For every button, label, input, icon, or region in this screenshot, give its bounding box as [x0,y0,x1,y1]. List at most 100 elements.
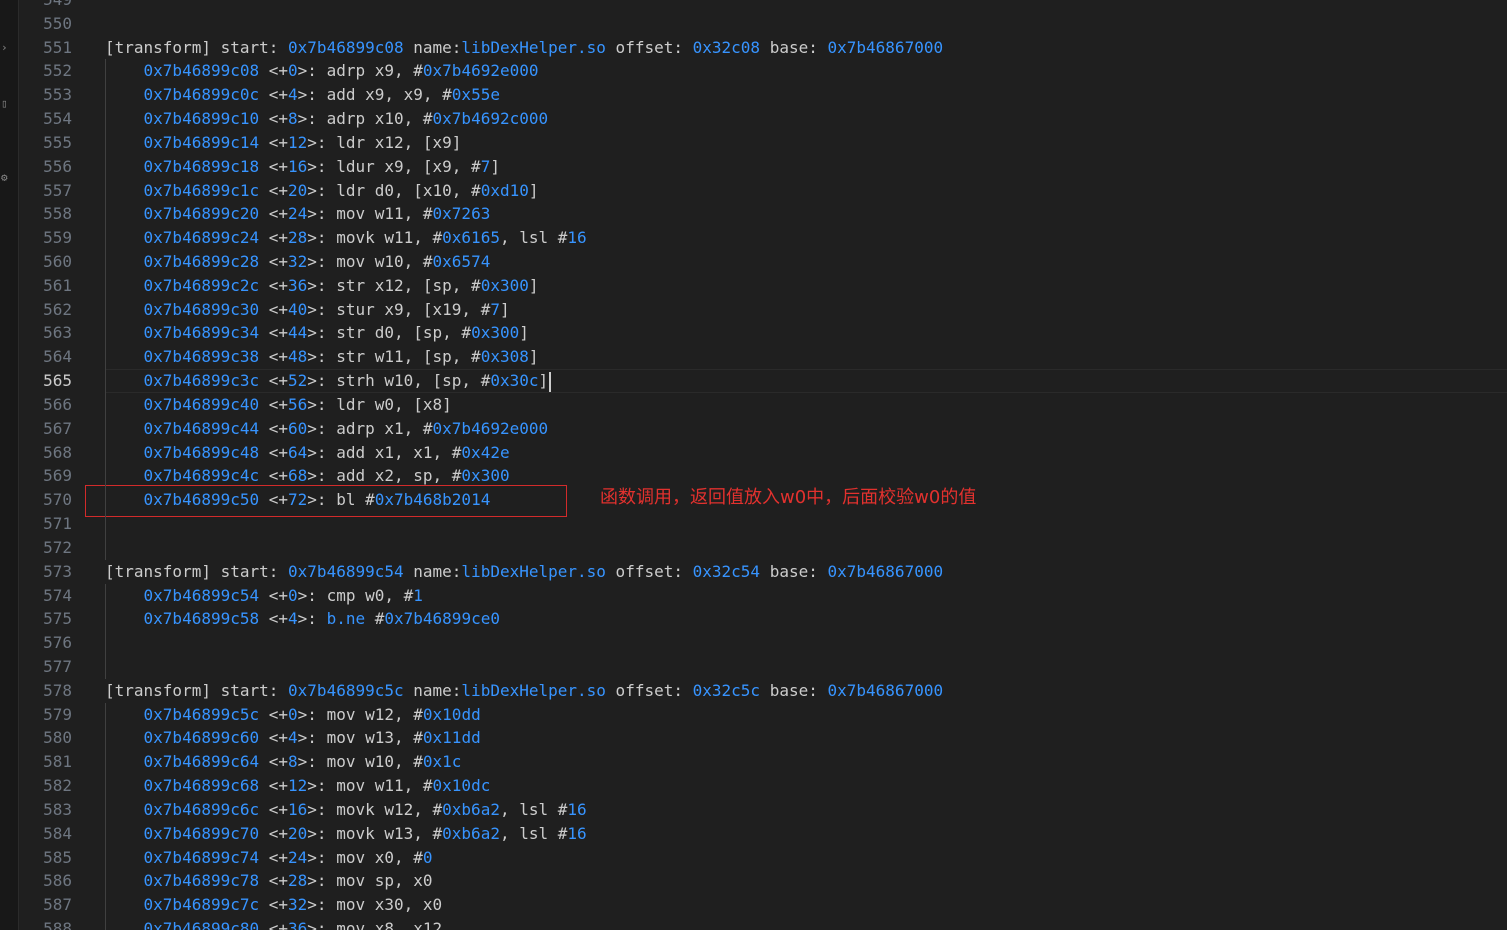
code-line[interactable]: 0x7b46899c34 <+44>: str d0, [sp, #0x300] [105,321,1507,345]
code-line[interactable]: 0x7b46899c2c <+36>: str x12, [sp, #0x300… [105,274,1507,298]
code-token: >: add x9, x9, # [297,85,452,105]
line-number: 555 [43,132,72,152]
code-line[interactable]: 0x7b46899c40 <+56>: ldr w0, [x8] [105,393,1507,417]
line-number: 560 [43,252,72,272]
hex-token: 0x7b46899c7c [143,895,260,915]
code-line[interactable]: 0x7b46899c44 <+60>: adrp x1, #0x7b4692e0… [105,417,1507,441]
code-line[interactable]: 0x7b46899c20 <+24>: mov w11, #0x7263 [105,202,1507,226]
code-line[interactable] [105,631,1507,655]
hex-token: 0 [288,704,298,724]
code-token: <+ [259,109,289,129]
code-token: <+ [259,418,289,438]
code-line[interactable]: 0x7b46899c60 <+4>: mov w13, #0x11dd [105,726,1507,750]
hex-token: 44 [288,323,308,343]
hex-token: 0x1c [422,752,462,772]
text-cursor [549,371,552,392]
line-number: 563 [43,323,72,343]
line-number: 562 [43,299,72,319]
hex-token: 28 [288,228,308,248]
hex-token: b.ne [326,609,366,629]
indent-guide [105,702,106,930]
code-line[interactable]: 0x7b46899c64 <+8>: mov w10, #0x1c [105,750,1507,774]
line-number: 576 [43,633,72,653]
line-number: 588 [43,918,72,930]
hex-token: 16 [288,799,308,819]
code-token: [transform] start: [105,561,289,581]
code-line[interactable]: 0x7b46899c28 <+32>: mov w10, #0x6574 [105,250,1507,274]
code-line[interactable]: [transform] start: 0x7b46899c54 name:lib… [105,560,1507,584]
hex-token: 0x7b46899c40 [143,394,260,414]
code-line[interactable]: 0x7b46899c70 <+20>: movk w13, #0xb6a2, l… [105,822,1507,846]
code-line[interactable]: 0x7b46899c10 <+8>: adrp x10, #0x7b4692c0… [105,107,1507,131]
code-token: >: mov w13, # [297,728,423,748]
code-line[interactable]: 0x7b46899c74 <+24>: mov x0, #0 [105,846,1507,870]
code-token: <+ [259,918,289,930]
line-number: 556 [43,156,72,176]
explorer-icon[interactable]: ▯ [1,98,8,110]
code-token: ] [528,275,539,295]
code-line[interactable]: [transform] start: 0x7b46899c08 name:lib… [105,36,1507,60]
line-number: 553 [43,85,72,105]
code-line[interactable]: 0x7b46899c24 <+28>: movk w11, #0x6165, l… [105,226,1507,250]
current-code-line[interactable]: 0x7b46899c3c <+52>: strh w10, [sp, #0x30… [105,369,1507,394]
code-token: >: movk w12, # [307,799,443,819]
code-line[interactable]: 0x7b46899c08 <+0>: adrp x9, #0x7b4692e00… [105,59,1507,83]
code-line[interactable]: [transform] start: 0x7b46899c5c name:lib… [105,679,1507,703]
hex-token: 0x7b4692c000 [432,109,549,129]
hex-token: 0x300 [480,275,529,295]
code-token: >: str x12, [sp, # [307,275,481,295]
code-token: >: cmp w0, # [297,585,414,605]
code-token: >: [297,609,327,629]
hex-token: 4 [288,728,298,748]
code-area[interactable]: [transform] start: 0x7b46899c08 name:lib… [97,0,1507,930]
hex-token: 16 [567,228,587,248]
line-number: 584 [43,823,72,843]
code-token: <+ [259,847,289,867]
code-line[interactable]: 0x7b46899c78 <+28>: mov sp, x0 [105,869,1507,893]
code-line[interactable]: 0x7b46899c18 <+16>: ldur x9, [x9, #7] [105,155,1507,179]
hex-token: 0x7b46867000 [827,561,944,581]
chevron-right-icon[interactable]: › [1,42,8,54]
hex-token: 0x7b46899c08 [143,61,260,81]
code-line[interactable] [105,536,1507,560]
hex-token: 0 [422,847,433,867]
code-editor[interactable]: › ▯ ⚙ 5495505515525535545555565575585595… [0,0,1507,930]
code-line[interactable]: 0x7b46899c0c <+4>: add x9, x9, #0x55e [105,83,1507,107]
hex-token: 0x7b46899c58 [143,609,260,629]
code-line[interactable] [105,0,1507,12]
annotation-note: 函数调用，返回值放入w0中，后面校验w0的值 [600,487,977,508]
code-line[interactable]: 0x7b46899c14 <+12>: ldr x12, [x9] [105,131,1507,155]
code-line[interactable]: 0x7b46899c1c <+20>: ldr d0, [x10, #0xd10… [105,179,1507,203]
code-token: <+ [259,776,289,796]
code-line[interactable] [105,655,1507,679]
code-line[interactable]: 0x7b46899c5c <+0>: mov w12, #0x10dd [105,703,1507,727]
code-token: >: mov x0, # [307,847,423,867]
code-token: >: add x2, sp, # [307,466,462,486]
hex-token: 0x7263 [432,204,491,224]
code-line[interactable]: 0x7b46899c80 <+36>: mov x8, x12 [105,917,1507,930]
code-line[interactable]: 0x7b46899c30 <+40>: stur x9, [x19, #7] [105,298,1507,322]
code-line[interactable]: 0x7b46899c54 <+0>: cmp w0, #1 [105,584,1507,608]
line-number: 567 [43,418,72,438]
code-line[interactable]: 0x7b46899c6c <+16>: movk w12, #0xb6a2, l… [105,798,1507,822]
hex-token: 0x55e [451,85,500,105]
gear-icon[interactable]: ⚙ [1,172,8,184]
hex-token: 32 [288,252,308,272]
hex-token: 0x7b46899c54 [288,561,404,581]
code-token: name: [403,680,462,700]
code-line[interactable]: 0x7b46899c58 <+4>: b.ne #0x7b46899ce0 [105,607,1507,631]
hex-token: 8 [288,109,298,129]
code-token: base: [760,680,828,700]
code-line[interactable]: 0x7b46899c38 <+48>: str w11, [sp, #0x308… [105,345,1507,369]
code-line[interactable]: 0x7b46899c48 <+64>: add x1, x1, #0x42e [105,441,1507,465]
code-line[interactable]: 0x7b46899c7c <+32>: mov x30, x0 [105,893,1507,917]
code-line[interactable]: 0x7b46899c68 <+12>: mov w11, #0x10dc [105,774,1507,798]
code-line[interactable] [105,12,1507,36]
